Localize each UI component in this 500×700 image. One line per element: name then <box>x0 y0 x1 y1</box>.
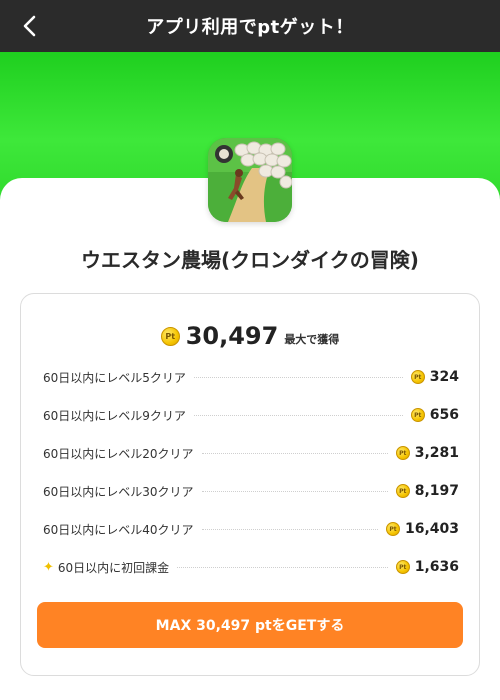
reward-label: 60日以内にレベル5クリア <box>43 370 186 385</box>
pt-coin-icon: Pt <box>395 446 410 460</box>
pt-coin-icon: Pt <box>395 484 410 498</box>
reward-row: 60日以内にレベル9クリア Pt 656 <box>43 405 459 425</box>
leader-dots <box>201 528 378 530</box>
pt-coin-icon: Pt <box>160 326 180 346</box>
reward-points: 324 <box>429 369 459 385</box>
reward-value: Pt 656 <box>410 407 459 423</box>
pt-coin-icon: Pt <box>395 560 410 574</box>
reward-row: 60日以内にレベル40クリア Pt 16,403 <box>43 519 459 539</box>
leader-dots <box>177 566 388 568</box>
max-points-suffix: 最大で獲得 <box>284 333 340 346</box>
leader-dots <box>201 452 388 454</box>
max-points-value: 30,497 <box>185 322 279 350</box>
leader-dots <box>193 414 403 416</box>
reward-label: 60日以内にレベル9クリア <box>43 408 186 423</box>
leader-dots <box>193 376 403 378</box>
reward-label: 60日以内にレベル40クリア <box>43 522 194 537</box>
reward-value: Pt 324 <box>410 369 459 385</box>
leader-dots <box>201 490 388 492</box>
pt-coin-icon: Pt <box>410 370 425 384</box>
reward-label-wrap: ✦ 60日以内に初回課金 <box>43 559 169 576</box>
chevron-left-icon <box>23 15 36 37</box>
pt-coin-icon: Pt <box>385 522 400 536</box>
top-bar: アプリ利用でptゲット！ <box>0 0 500 52</box>
page-title: アプリ利用でptゲット！ <box>146 17 354 38</box>
reward-points: 8,197 <box>414 483 459 499</box>
sparkle-icon: ✦ <box>43 559 54 575</box>
reward-label: 60日以内にレベル20クリア <box>43 446 194 461</box>
reward-value: Pt 3,281 <box>395 445 459 461</box>
reward-points: 656 <box>429 407 459 423</box>
get-points-button[interactable]: MAX 30,497 ptをGETする <box>37 602 463 648</box>
reward-points: 16,403 <box>404 521 459 537</box>
pt-coin-icon: Pt <box>410 408 425 422</box>
app-icon <box>208 138 292 222</box>
reward-row: 60日以内にレベル5クリア Pt 324 <box>43 367 459 387</box>
max-points-summary: Pt 30,497 最大で獲得 <box>21 322 479 350</box>
back-button[interactable] <box>14 10 46 42</box>
reward-label: 60日以内にレベル30クリア <box>43 484 194 499</box>
reward-value: Pt 8,197 <box>395 483 459 499</box>
app-name: ウエスタン農場(クロンダイクの冒険) <box>81 248 419 272</box>
reward-card: Pt 30,497 最大で獲得 60日以内にレベル5クリア Pt 324 60日… <box>20 293 480 676</box>
reward-label: 60日以内に初回課金 <box>57 560 170 575</box>
reward-row: 60日以内にレベル20クリア Pt 3,281 <box>43 443 459 463</box>
reward-row: 60日以内にレベル30クリア Pt 8,197 <box>43 481 459 501</box>
reward-points: 1,636 <box>414 559 459 575</box>
reward-row: ✦ 60日以内に初回課金 Pt 1,636 <box>43 557 459 577</box>
reward-value: Pt 1,636 <box>395 559 459 575</box>
reward-points: 3,281 <box>414 445 459 461</box>
reward-value: Pt 16,403 <box>385 521 459 537</box>
